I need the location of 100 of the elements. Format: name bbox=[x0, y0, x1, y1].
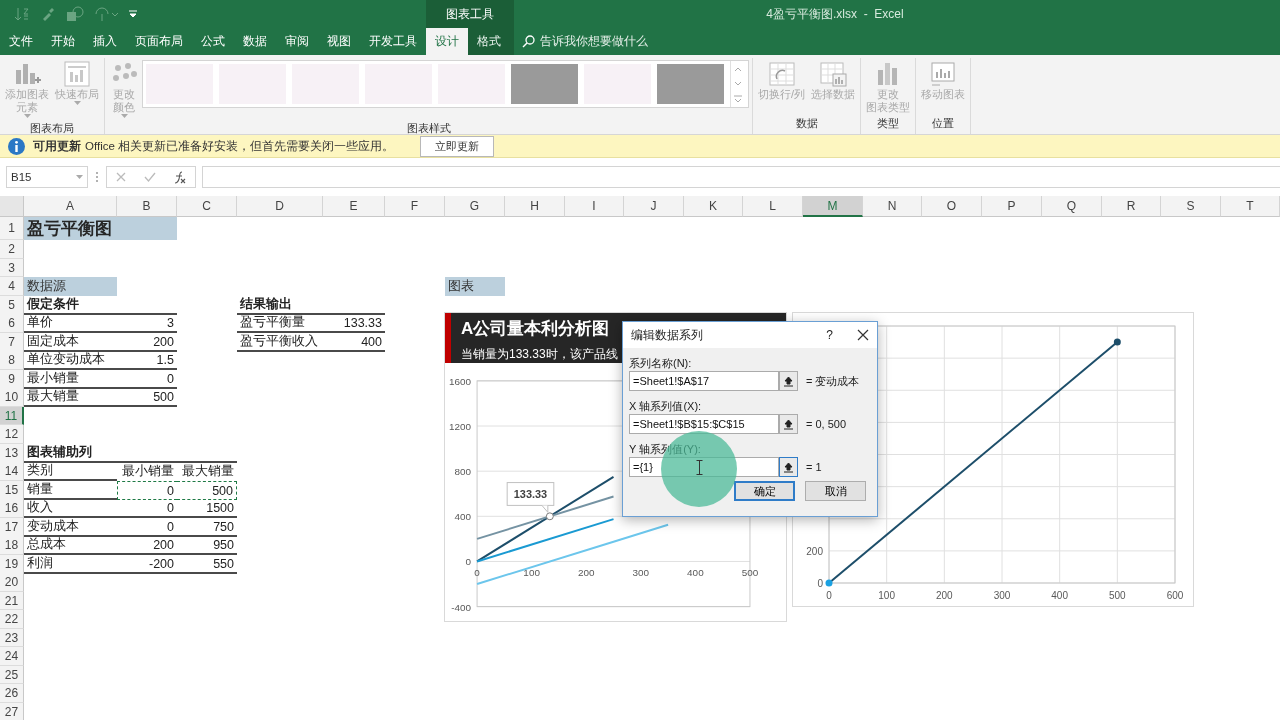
row-header[interactable]: 21 bbox=[0, 592, 24, 610]
ribbon-tab[interactable]: 审阅 bbox=[276, 28, 318, 55]
y-tick-label: 0 bbox=[465, 556, 472, 568]
column-header[interactable]: L bbox=[743, 196, 803, 217]
dialog-button[interactable]: 确定 bbox=[734, 481, 795, 501]
column-header[interactable]: C bbox=[177, 196, 237, 217]
row-header[interactable]: 8 bbox=[0, 351, 24, 370]
column-header[interactable]: I bbox=[565, 196, 624, 217]
text-cursor-icon bbox=[696, 460, 703, 475]
cell: 0 bbox=[117, 499, 177, 518]
sort-icon bbox=[14, 6, 30, 22]
row-header[interactable]: 10 bbox=[0, 388, 24, 407]
customize-icon bbox=[128, 9, 138, 19]
ribbon-tab[interactable]: 设计 bbox=[426, 28, 468, 55]
column-header[interactable]: D bbox=[237, 196, 323, 217]
cell: 假定条件 bbox=[24, 296, 117, 315]
chart-move-icon bbox=[929, 60, 958, 88]
ribbon-tab[interactable]: 页面布局 bbox=[126, 28, 192, 55]
cell-text: 最小销量 bbox=[121, 463, 175, 480]
cell: 总成本 bbox=[24, 536, 117, 555]
ribbon-tab[interactable]: 视图 bbox=[318, 28, 360, 55]
cell: 变动成本 bbox=[24, 518, 117, 537]
row-header[interactable]: 6 bbox=[0, 314, 24, 333]
column-header[interactable]: N bbox=[863, 196, 922, 217]
row-header[interactable]: 1 bbox=[0, 217, 24, 240]
cell: 类别 bbox=[24, 462, 117, 481]
cell: 图表辅助列 bbox=[24, 444, 117, 463]
ribbon-tab[interactable]: 文件 bbox=[0, 28, 42, 55]
cancel-icon bbox=[115, 171, 128, 183]
field-result: = 0, 500 bbox=[806, 418, 847, 430]
ribbon-tab[interactable]: 格式 bbox=[468, 28, 510, 55]
ribbon-tab[interactable]: 插入 bbox=[84, 28, 126, 55]
cell: 结果输出 bbox=[237, 296, 323, 315]
column-header[interactable]: Q bbox=[1042, 196, 1102, 217]
close-icon bbox=[857, 329, 869, 341]
name-box[interactable]: B15 bbox=[6, 166, 88, 188]
field-result: = 1 bbox=[806, 461, 822, 473]
ribbon-tab[interactable]: 数据 bbox=[234, 28, 276, 55]
row-header[interactable]: 2 bbox=[0, 240, 24, 259]
chart-style-thumbnail[interactable] bbox=[657, 64, 724, 104]
y-tick-label: 1200 bbox=[449, 421, 472, 432]
cell: 133.33 bbox=[323, 314, 385, 333]
group-label: 图表布局 bbox=[29, 121, 75, 136]
row-header[interactable]: 18 bbox=[0, 536, 24, 555]
dialog-button[interactable]: 取消 bbox=[805, 481, 866, 501]
row-header[interactable]: 20 bbox=[0, 573, 24, 592]
reference-field[interactable]: =Sheet1!$A$17 bbox=[629, 371, 779, 391]
row-header[interactable]: 14 bbox=[0, 462, 24, 481]
check-icon bbox=[144, 171, 156, 183]
cell: 500 bbox=[117, 388, 177, 407]
column-header[interactable]: A bbox=[24, 196, 117, 217]
search-icon bbox=[522, 35, 535, 48]
cell: 最大销量 bbox=[24, 388, 117, 407]
cell: 500 bbox=[177, 481, 237, 500]
row-header[interactable]: 26 bbox=[0, 684, 24, 703]
row-header[interactable]: 24 bbox=[0, 647, 24, 666]
cell: 销量 bbox=[24, 481, 117, 500]
cell: 750 bbox=[177, 518, 237, 537]
row-header[interactable]: 4 bbox=[0, 277, 24, 296]
layout-icon bbox=[63, 60, 91, 88]
column-header[interactable]: O bbox=[922, 196, 982, 217]
row-header[interactable]: 23 bbox=[0, 629, 24, 647]
column-header[interactable]: G bbox=[445, 196, 505, 217]
grip-icon bbox=[94, 170, 100, 184]
chart-style-thumbnail[interactable] bbox=[511, 64, 578, 104]
collapse-button[interactable] bbox=[779, 414, 798, 434]
ribbon-tab[interactable]: 开始 bbox=[42, 28, 84, 55]
column-header[interactable]: R bbox=[1102, 196, 1161, 217]
column-header[interactable]: P bbox=[982, 196, 1042, 217]
row-header[interactable]: 22 bbox=[0, 610, 24, 629]
collapse-button[interactable] bbox=[779, 457, 798, 477]
ribbon-tab[interactable]: 公式 bbox=[192, 28, 234, 55]
column-header[interactable]: T bbox=[1221, 196, 1280, 217]
column-header[interactable]: M bbox=[803, 196, 863, 217]
column-header[interactable]: J bbox=[624, 196, 684, 217]
reference-field[interactable]: =Sheet1!$B$15:$C$15 bbox=[629, 414, 779, 434]
row-header[interactable]: 25 bbox=[0, 666, 24, 684]
column-header[interactable]: K bbox=[684, 196, 743, 217]
row-header[interactable]: 3 bbox=[0, 259, 24, 277]
collapse-button[interactable] bbox=[779, 371, 798, 391]
help-button[interactable]: ? bbox=[826, 328, 833, 342]
column-header[interactable]: S bbox=[1161, 196, 1221, 217]
formula-input[interactable] bbox=[202, 166, 1280, 188]
column-header[interactable]: H bbox=[505, 196, 565, 217]
row-header[interactable]: 27 bbox=[0, 703, 24, 720]
y-tick-label: 1600 bbox=[449, 375, 472, 387]
update-button[interactable]: 立即更新 bbox=[420, 135, 495, 157]
select-all-corner[interactable] bbox=[0, 196, 24, 217]
ribbon-tab[interactable]: 开发工具 bbox=[360, 28, 426, 55]
cell: 0 bbox=[117, 518, 177, 537]
column-header[interactable]: F bbox=[385, 196, 445, 217]
column-header[interactable]: B bbox=[117, 196, 177, 217]
x-tick-label: 0 bbox=[826, 590, 832, 601]
row-header[interactable]: 11 bbox=[0, 407, 24, 425]
tell-me-search[interactable]: 告诉我你想要做什么 bbox=[514, 28, 1280, 55]
row-header[interactable]: 16 bbox=[0, 499, 24, 518]
row-header[interactable]: 12 bbox=[0, 425, 24, 444]
x-tick-label: 500 bbox=[741, 567, 759, 579]
column-header[interactable]: E bbox=[323, 196, 385, 217]
y-tick-label: 200 bbox=[806, 545, 823, 557]
